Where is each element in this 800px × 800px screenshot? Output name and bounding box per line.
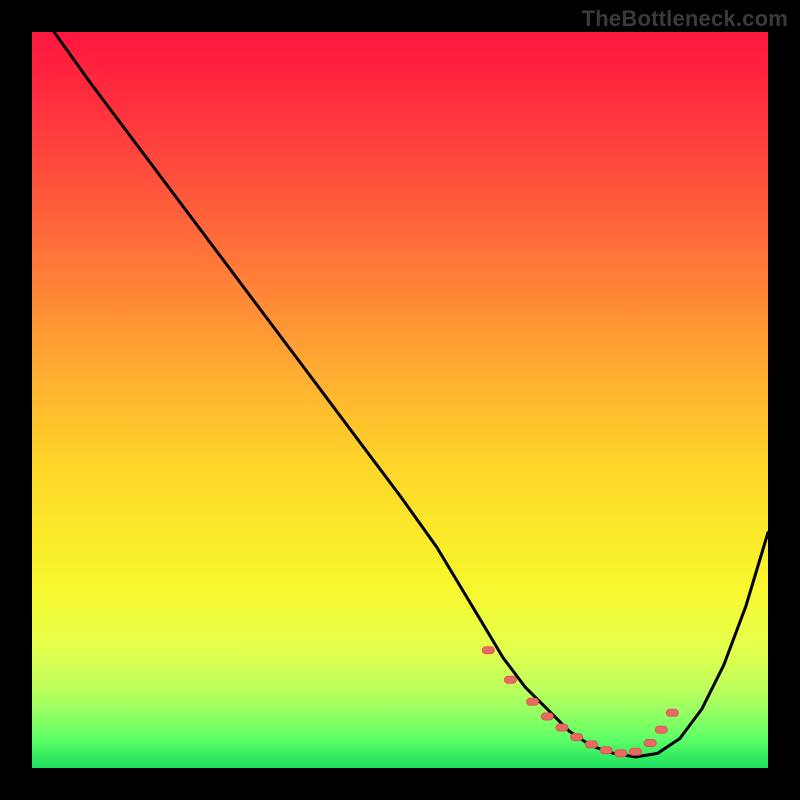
marker xyxy=(504,676,516,683)
marker xyxy=(666,709,678,716)
marker xyxy=(615,750,627,757)
highlight-markers xyxy=(482,647,678,757)
chart-frame: TheBottleneck.com xyxy=(0,0,800,800)
marker xyxy=(655,726,667,733)
bottleneck-curve xyxy=(54,32,768,757)
chart-overlay xyxy=(32,32,768,768)
marker xyxy=(482,647,494,654)
marker xyxy=(527,698,539,705)
watermark-text: TheBottleneck.com xyxy=(582,6,788,32)
plot-area xyxy=(32,32,768,768)
marker xyxy=(571,734,583,741)
marker xyxy=(585,741,597,748)
marker xyxy=(541,713,553,720)
marker xyxy=(600,747,612,754)
marker xyxy=(630,748,642,755)
marker xyxy=(556,724,568,731)
marker xyxy=(644,740,656,747)
